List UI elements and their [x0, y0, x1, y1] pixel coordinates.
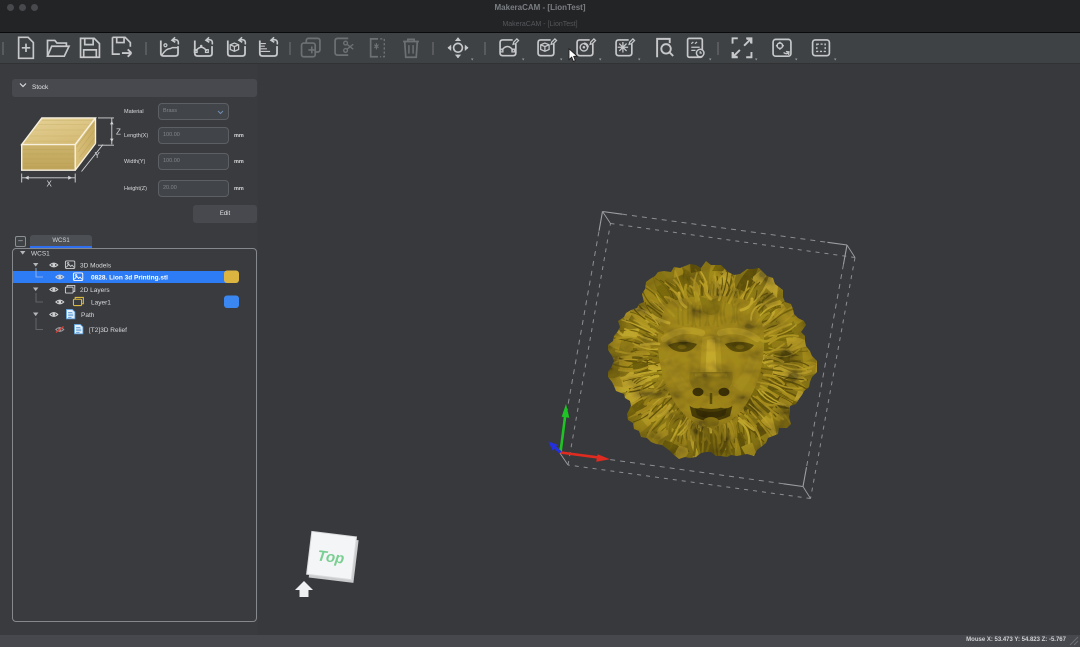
svg-text:WCS1: WCS1 [31, 251, 50, 258]
svg-text:X: X [47, 180, 53, 189]
svg-text:2D Layers: 2D Layers [80, 287, 110, 294]
svg-text:Top: Top [316, 547, 345, 567]
svg-text:Z: Z [116, 128, 121, 137]
svg-text:3D Models: 3D Models [80, 263, 112, 270]
svg-text:Path: Path [81, 312, 95, 319]
svg-text:[T2]3D Relief: [T2]3D Relief [89, 327, 127, 334]
svg-text:Y: Y [95, 151, 101, 160]
svg-text:Layer1: Layer1 [91, 300, 111, 307]
svg-text:0828. Lion 3d Printing.stl: 0828. Lion 3d Printing.stl [91, 275, 168, 282]
